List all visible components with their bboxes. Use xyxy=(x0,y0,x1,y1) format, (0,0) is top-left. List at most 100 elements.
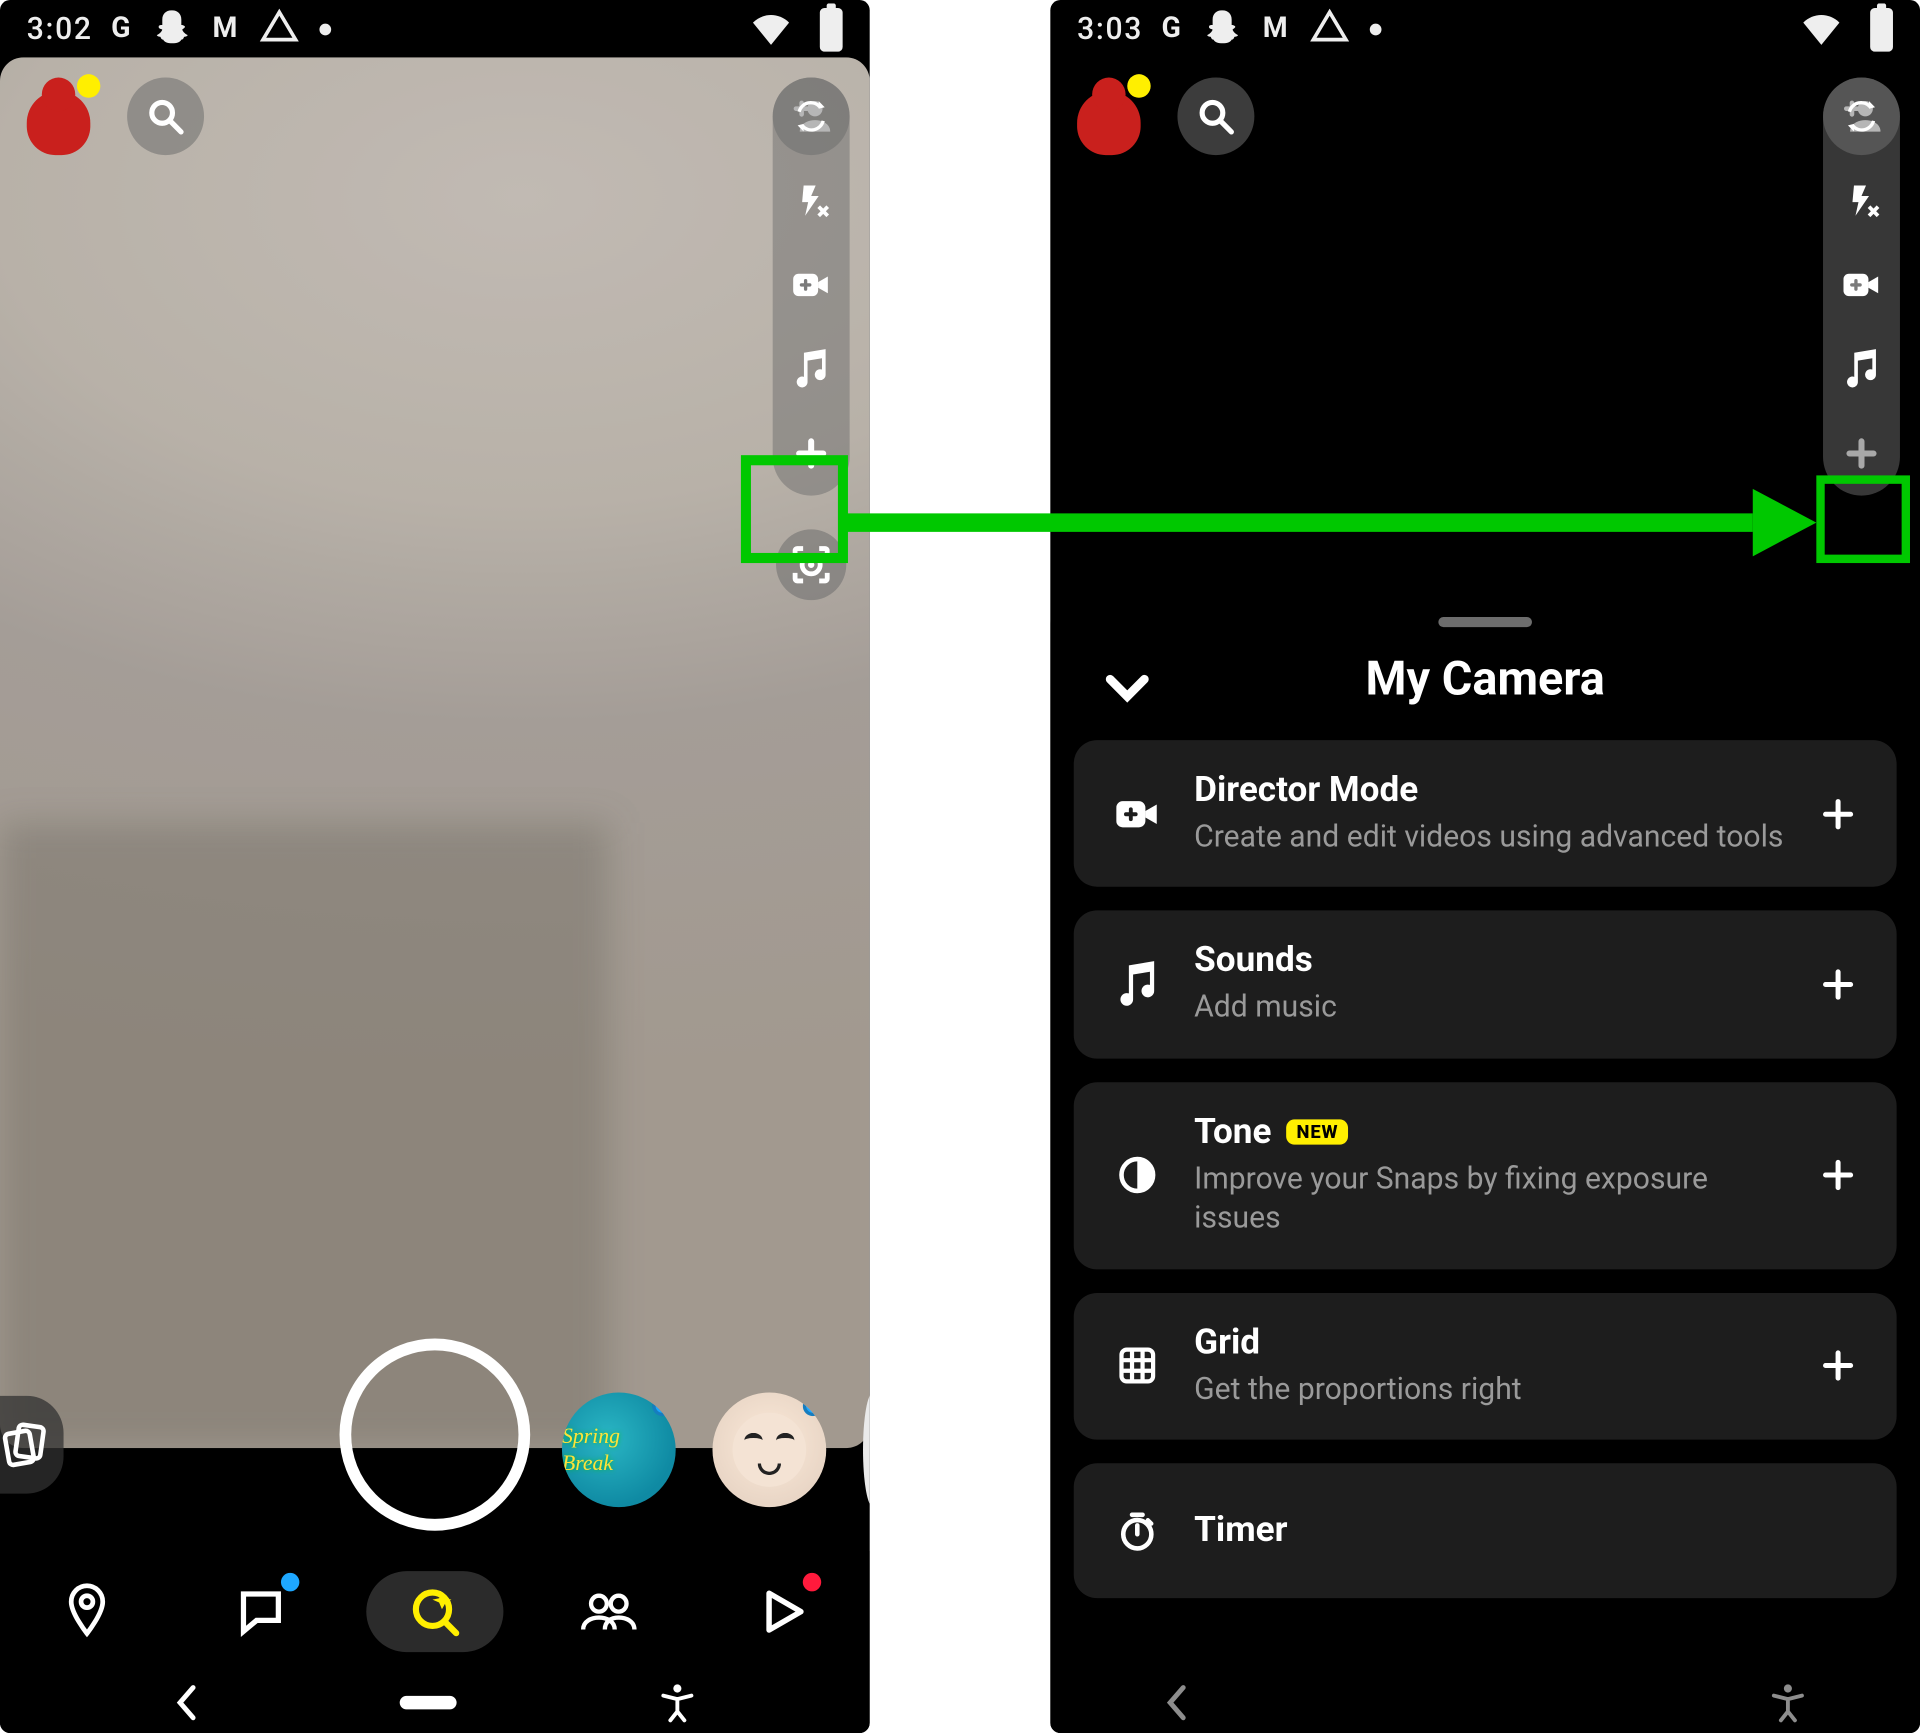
lens-label: Spring Break xyxy=(562,1423,676,1477)
nav-map[interactable] xyxy=(43,1578,130,1645)
sheet-drag-handle[interactable] xyxy=(1438,617,1532,627)
plus-icon xyxy=(1819,966,1857,1004)
notification-dot-icon xyxy=(803,1573,821,1592)
flash-button[interactable] xyxy=(1836,175,1886,226)
sheet-title: My Camera xyxy=(1366,651,1605,707)
chat-icon xyxy=(235,1585,287,1638)
shutter-button[interactable] xyxy=(340,1339,531,1531)
status-time: 3:03 xyxy=(1077,11,1143,46)
more-tools-button[interactable] xyxy=(1836,428,1886,479)
card-title: Sounds xyxy=(1194,941,1313,981)
chevron-down-icon xyxy=(1102,664,1154,711)
flash-button[interactable] xyxy=(786,175,836,226)
android-gesture-bar xyxy=(0,1672,870,1733)
sheet-item-grid[interactable]: Grid Get the proportions right xyxy=(1074,1292,1897,1439)
lens-new-dot-icon xyxy=(803,1396,823,1416)
lens-new-dot-icon xyxy=(652,1396,672,1416)
collapse-sheet-button[interactable] xyxy=(1090,654,1164,721)
sheet-item-director[interactable]: Director Mode Create and edit videos usi… xyxy=(1074,740,1897,887)
sheet-item-sounds[interactable]: Sounds Add music xyxy=(1074,911,1897,1058)
director-mode-icon xyxy=(1107,780,1167,847)
bottom-navigation xyxy=(0,1551,870,1672)
lens-more[interactable] xyxy=(863,1392,870,1507)
tone-contrast-icon xyxy=(1107,1137,1167,1215)
director-mode-icon xyxy=(793,263,829,307)
gmail-m-icon: M xyxy=(1263,12,1290,46)
back-icon[interactable] xyxy=(167,1676,204,1730)
plus-icon xyxy=(793,429,829,478)
battery-icon xyxy=(1867,3,1897,54)
add-button[interactable] xyxy=(1813,1150,1863,1201)
phone-screenshot-after: 3:03 G M xyxy=(1050,0,1920,1733)
director-mode-button[interactable] xyxy=(786,260,836,311)
gmail-m-icon: M xyxy=(212,12,239,46)
new-badge: NEW xyxy=(1287,1120,1349,1145)
sounds-button[interactable] xyxy=(1836,344,1886,395)
sheet-item-timer[interactable]: Timer xyxy=(1074,1463,1897,1598)
notification-dot-icon xyxy=(1127,74,1150,98)
timer-icon xyxy=(1107,1494,1167,1568)
sounds-button[interactable] xyxy=(786,344,836,395)
flip-camera-button[interactable] xyxy=(786,91,836,142)
nav-stories[interactable] xyxy=(565,1578,652,1645)
home-pill[interactable] xyxy=(400,1696,457,1709)
card-title: Tone xyxy=(1194,1112,1271,1152)
add-button[interactable] xyxy=(1813,959,1863,1010)
lens-face[interactable] xyxy=(712,1392,826,1507)
plus-icon xyxy=(1843,429,1879,478)
android-status-bar: 3:02 G M xyxy=(0,0,870,57)
director-mode-icon xyxy=(1843,263,1879,307)
camera-tools-toolbar xyxy=(773,78,850,496)
nav-spotlight[interactable] xyxy=(739,1578,826,1645)
status-time: 3:02 xyxy=(27,11,93,46)
android-gesture-bar xyxy=(1050,1672,1920,1733)
notification-dot-icon xyxy=(281,1573,299,1592)
camera-explore-icon xyxy=(406,1583,463,1640)
card-subtitle: Improve your Snaps by fixing exposure is… xyxy=(1194,1159,1786,1238)
scan-button[interactable] xyxy=(776,529,846,600)
flip-camera-button[interactable] xyxy=(1836,91,1886,142)
profile-button[interactable] xyxy=(1070,78,1147,156)
add-button[interactable] xyxy=(1813,788,1863,839)
google-g-icon: G xyxy=(111,12,132,46)
plus-icon xyxy=(1819,795,1857,833)
card-title: Grid xyxy=(1194,1323,1260,1363)
director-mode-button[interactable] xyxy=(1836,260,1886,311)
memories-button[interactable] xyxy=(0,1396,64,1494)
wifi-icon xyxy=(746,8,796,48)
nav-camera[interactable] xyxy=(391,1578,478,1645)
my-camera-sheet[interactable]: My Camera Director Mode Create and edit … xyxy=(1050,590,1920,1672)
flash-off-icon xyxy=(793,176,829,225)
notification-dot-icon xyxy=(77,74,100,98)
camera-viewport[interactable] xyxy=(0,57,870,1448)
plus-icon xyxy=(1819,1156,1857,1194)
lens-spring-break[interactable]: Spring Break xyxy=(562,1392,676,1507)
phone-screenshot-before: 3:02 G M xyxy=(0,0,870,1733)
nav-chat[interactable] xyxy=(217,1578,304,1645)
cards-icon xyxy=(0,1420,48,1470)
search-button[interactable] xyxy=(1177,78,1254,156)
scan-icon xyxy=(787,540,835,589)
search-button[interactable] xyxy=(127,78,204,156)
back-icon[interactable] xyxy=(1157,1676,1194,1730)
profile-button[interactable] xyxy=(20,78,97,156)
music-icon xyxy=(1843,345,1879,394)
snapchat-ghost-icon xyxy=(151,7,194,51)
accessibility-icon[interactable] xyxy=(1763,1674,1813,1731)
more-tools-button[interactable] xyxy=(786,428,836,479)
status-dot-icon xyxy=(1370,23,1382,35)
accessibility-icon[interactable] xyxy=(652,1674,702,1731)
sheet-item-tone[interactable]: Tone NEW Improve your Snaps by fixing ex… xyxy=(1074,1082,1897,1269)
flip-camera-icon xyxy=(1843,92,1879,141)
flip-camera-icon xyxy=(793,92,829,141)
status-dot-icon xyxy=(319,23,331,35)
add-button[interactable] xyxy=(1813,1341,1863,1392)
camera-tools-toolbar xyxy=(1823,78,1900,496)
card-subtitle: Add music xyxy=(1194,989,1786,1028)
search-icon xyxy=(145,96,186,138)
music-icon xyxy=(793,345,829,394)
card-title: Director Mode xyxy=(1194,770,1418,810)
music-icon xyxy=(1107,948,1167,1022)
grid-icon xyxy=(1107,1331,1167,1402)
drive-icon xyxy=(1308,7,1351,51)
